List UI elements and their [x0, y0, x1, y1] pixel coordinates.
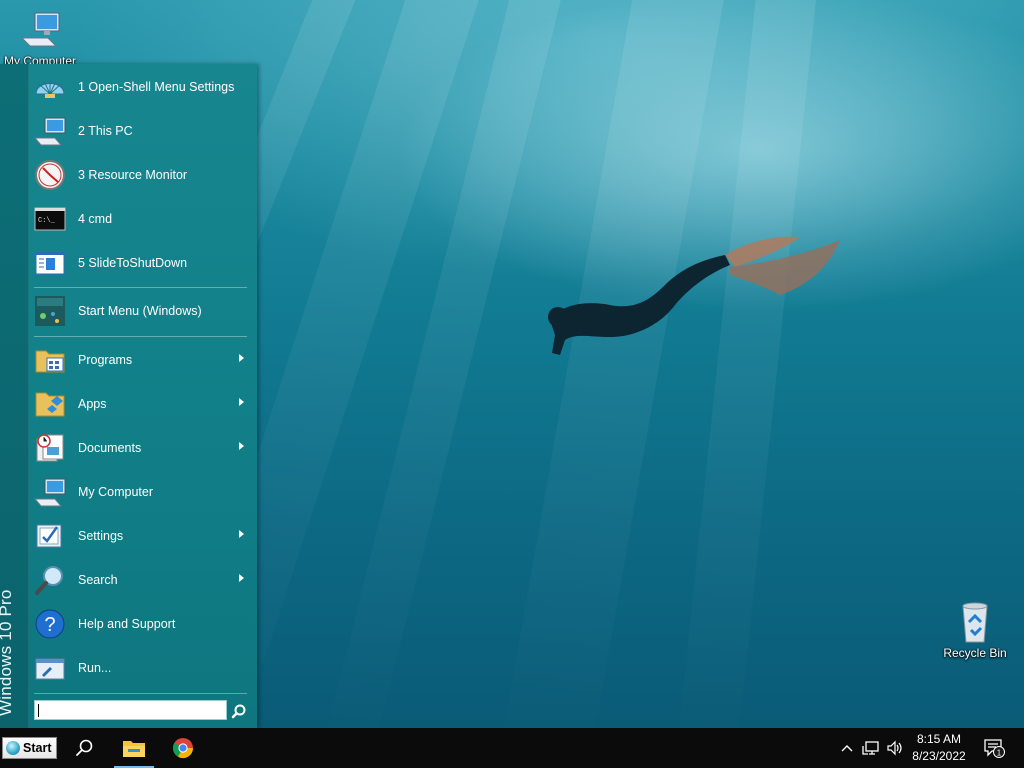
programs-folder-icon	[32, 342, 68, 378]
chrome-icon	[172, 738, 194, 759]
menu-item-label: Apps	[78, 397, 107, 411]
computer-icon	[32, 474, 68, 510]
chevron-right-icon	[239, 530, 244, 538]
menu-item-label: Settings	[78, 529, 124, 543]
start-search-field[interactable]	[35, 701, 226, 719]
desktop-icon-recycle-bin[interactable]: Recycle Bin	[935, 600, 1015, 660]
terminal-icon: C:\_	[32, 201, 68, 237]
clock-time: 8:15 AM	[916, 732, 962, 746]
menu-item-open-shell-settings[interactable]: 1 Open-Shell Menu Settings	[30, 66, 250, 108]
menu-item-cmd[interactable]: C:\_ 4 cmd	[30, 198, 250, 240]
menu-item-label: 1 Open-Shell Menu Settings	[78, 80, 235, 94]
chevron-right-icon	[239, 354, 244, 362]
menu-item-label: Search	[78, 573, 118, 587]
apps-folder-icon	[32, 386, 68, 422]
start-orb-icon	[6, 741, 20, 755]
notification-icon: 1	[984, 739, 1005, 758]
start-button-label: Start	[23, 741, 52, 755]
menu-separator	[34, 693, 247, 694]
computer-icon	[32, 113, 68, 149]
menu-separator	[34, 336, 247, 337]
menu-item-start-menu-windows[interactable]: Start Menu (Windows)	[30, 290, 250, 332]
recycle-bin-icon	[953, 600, 997, 644]
settings-icon	[32, 518, 68, 554]
menu-item-run[interactable]: Run...	[30, 647, 250, 689]
notification-count: 1	[997, 749, 1002, 758]
desktop-icon-my-computer[interactable]: My Computer	[0, 8, 80, 68]
window-icon	[32, 245, 68, 281]
menu-item-label: 3 Resource Monitor	[78, 168, 188, 182]
menu-item-programs[interactable]: Programs	[30, 339, 250, 381]
speaker-icon	[887, 740, 902, 756]
help-icon: ?	[32, 606, 68, 642]
taskbar: Start 8:15 AM 8/23/2022 1	[0, 728, 1024, 768]
chevron-right-icon	[239, 442, 244, 450]
menu-item-this-pc[interactable]: 2 This PC	[30, 110, 250, 152]
chevron-up-icon	[841, 745, 853, 752]
start-tile-icon	[32, 293, 68, 329]
chevron-right-icon	[239, 398, 244, 406]
taskbar-chrome-button[interactable]	[163, 728, 203, 768]
network-button[interactable]	[860, 728, 882, 768]
gauge-icon	[32, 157, 68, 193]
taskbar-file-explorer-button[interactable]	[114, 728, 154, 768]
chevron-right-icon	[239, 574, 244, 582]
menu-item-label: My Computer	[78, 485, 154, 499]
shell-icon	[32, 69, 68, 105]
menu-item-documents[interactable]: Documents	[30, 427, 250, 469]
system-clock[interactable]: 8:15 AM 8/23/2022	[906, 731, 972, 765]
network-icon	[862, 741, 879, 755]
menu-item-label: Run...	[78, 661, 112, 675]
action-center-button[interactable]: 1	[980, 728, 1008, 768]
menu-item-help-and-support[interactable]: ? Help and Support	[30, 603, 250, 645]
clock-date: 8/23/2022	[912, 749, 966, 763]
computer-icon	[18, 8, 62, 52]
start-menu: Windows 10 Pro 1 Open-Shell Menu Setting…	[0, 64, 257, 728]
os-edition-label: Windows 10 Pro	[0, 589, 15, 716]
show-hidden-icons-button[interactable]	[838, 728, 856, 768]
menu-item-slidetoshutdown[interactable]: 5 SlideToShutDown	[30, 242, 250, 284]
menu-item-label: 2 This PC	[78, 124, 133, 138]
start-button[interactable]: Start	[2, 737, 57, 759]
menu-item-label: Help and Support	[78, 617, 176, 631]
menu-item-my-computer[interactable]: My Computer	[30, 471, 250, 513]
file-explorer-icon	[123, 741, 145, 757]
magnifier-icon	[32, 562, 68, 598]
menu-item-settings[interactable]: Settings	[30, 515, 250, 557]
menu-banner: Windows 10 Pro	[0, 64, 29, 728]
menu-item-search[interactable]: Search	[30, 559, 250, 601]
menu-separator	[34, 287, 247, 288]
documents-icon	[32, 430, 68, 466]
menu-item-label: Start Menu (Windows)	[78, 304, 202, 318]
taskbar-search-button[interactable]	[64, 728, 104, 768]
menu-item-label: 4 cmd	[78, 212, 113, 226]
text-caret	[38, 704, 39, 717]
menu-item-label: Documents	[78, 441, 142, 455]
menu-item-label: 5 SlideToShutDown	[78, 256, 188, 270]
menu-item-label: Programs	[78, 353, 133, 367]
desktop-icon-label: Recycle Bin	[943, 646, 1007, 660]
diver-image	[548, 236, 840, 355]
menu-item-resource-monitor[interactable]: 3 Resource Monitor	[30, 154, 250, 196]
start-search-input[interactable]	[34, 700, 227, 720]
search-icon[interactable]	[231, 704, 247, 720]
menu-item-apps[interactable]: Apps	[30, 383, 250, 425]
run-icon	[32, 650, 68, 686]
volume-button[interactable]	[884, 728, 906, 768]
svg-text:C:\_: C:\_	[38, 217, 56, 225]
search-icon	[76, 739, 93, 756]
svg-text:?: ?	[44, 614, 55, 636]
